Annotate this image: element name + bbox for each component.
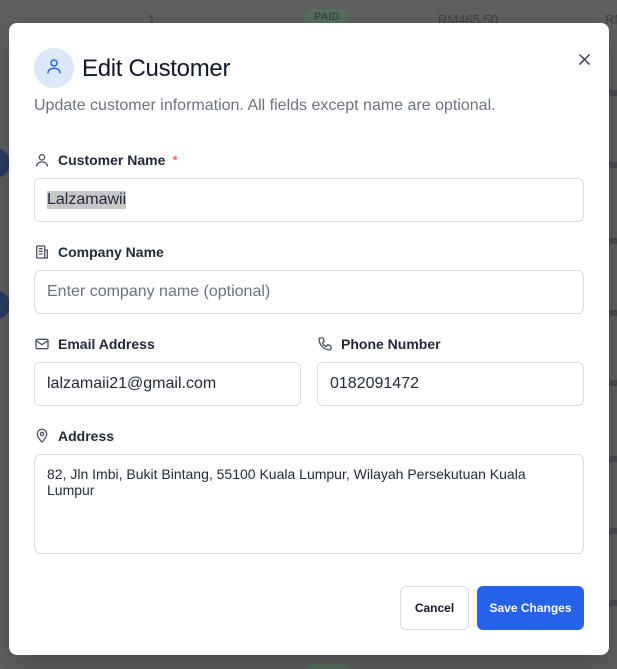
background-divider [609, 528, 617, 534]
status-badge [306, 664, 350, 669]
customer-name-label-text: Customer Name [58, 152, 166, 168]
dialog-subtitle: Update customer information. All fields … [34, 97, 496, 114]
address-label: Address [34, 428, 114, 444]
save-button[interactable]: Save Changes [477, 586, 584, 630]
background-divider [609, 238, 617, 244]
phone-label: Phone Number [317, 336, 441, 352]
map-pin-icon [34, 428, 50, 444]
close-button[interactable] [574, 52, 594, 72]
background-divider [609, 310, 617, 316]
phone-icon [317, 336, 333, 352]
email-field[interactable]: lalzamaii21@gmail.com [34, 362, 301, 406]
company-name-placeholder: Enter company name (optional) [47, 283, 271, 300]
company-name-label: Company Name [34, 244, 164, 260]
address-textarea[interactable]: 82, Jln Imbi, Bukit Bintang, 55100 Kuala… [34, 454, 584, 554]
customer-name-input[interactable]: Lalzamawii [34, 178, 584, 222]
background-divider [609, 600, 617, 606]
edit-customer-dialog: Edit Customer Update customer informatio… [9, 23, 609, 655]
email-label: Email Address [34, 336, 155, 352]
email-label-text: Email Address [58, 336, 155, 352]
background-divider [609, 380, 617, 386]
background-divider [609, 162, 617, 168]
user-icon [34, 152, 50, 168]
background-divider [609, 90, 617, 96]
dialog-title: Edit Customer [82, 55, 231, 82]
address-label-text: Address [58, 428, 115, 444]
company-name-label-text: Company Name [58, 244, 164, 260]
phone-value: 0182091472 [330, 375, 419, 392]
cancel-button[interactable]: Cancel [400, 586, 469, 630]
company-name-input[interactable]: Enter company name (optional) [34, 270, 584, 314]
email-value: lalzamaii21@gmail.com [47, 375, 217, 392]
address-value: 82, Jln Imbi, Bukit Bintang, 55100 Kuala… [47, 466, 526, 498]
building-icon [34, 244, 50, 260]
required-indicator: * [172, 152, 178, 168]
user-icon [45, 57, 63, 80]
header-icon-badge [34, 48, 74, 88]
customer-name-label: Customer Name * [34, 152, 178, 168]
phone-field[interactable]: 0182091472 [317, 362, 584, 406]
phone-label-text: Phone Number [341, 336, 441, 352]
background-divider [609, 456, 617, 462]
close-icon[interactable] [578, 53, 591, 71]
customer-name-value: Lalzamawii [47, 191, 127, 209]
mail-icon [34, 336, 50, 352]
